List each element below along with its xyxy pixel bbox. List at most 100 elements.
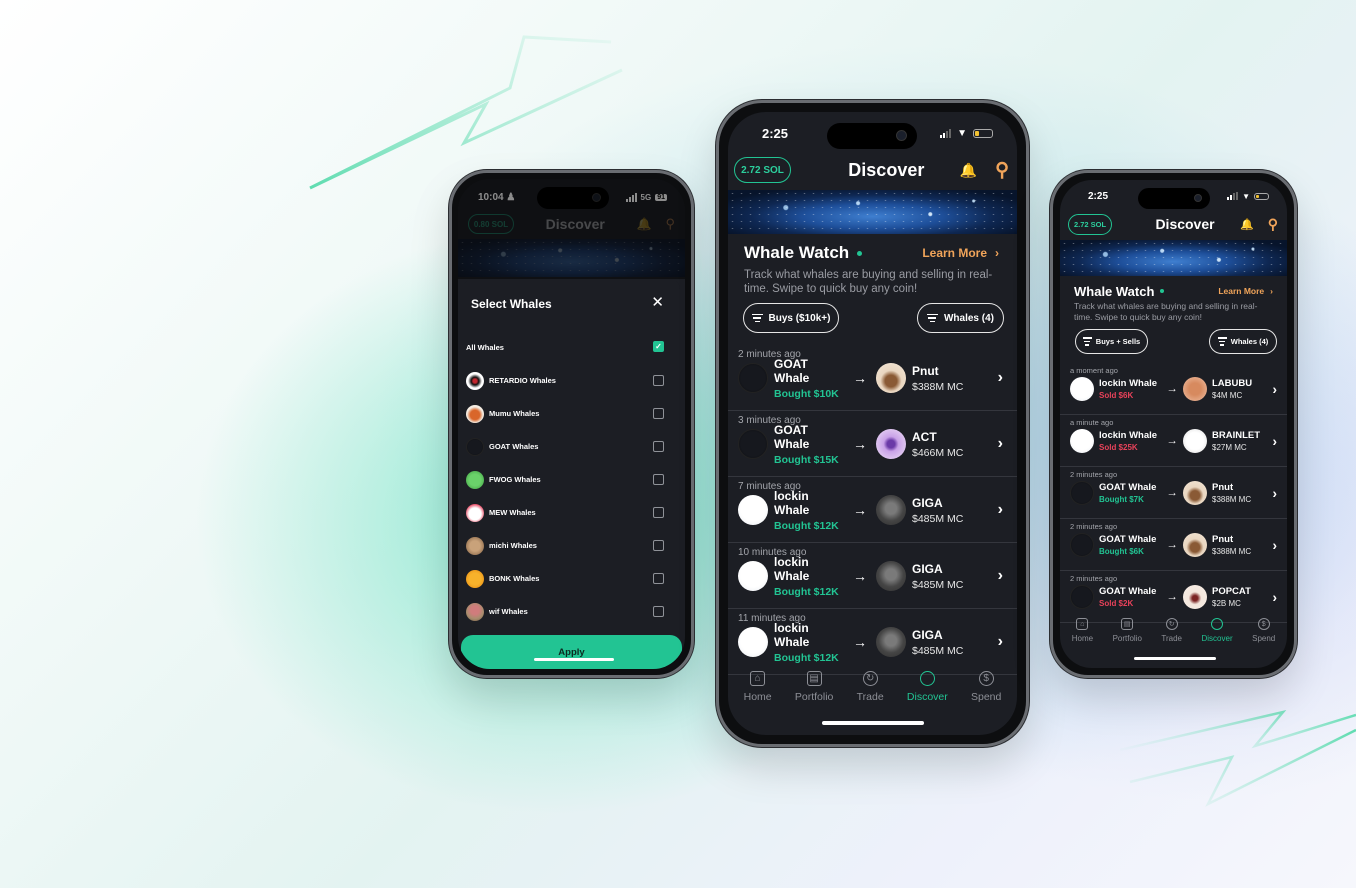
checkbox[interactable]	[653, 474, 664, 485]
tab-discover[interactable]: Discover	[907, 671, 948, 703]
feed-item[interactable]: 2 minutes ago GOAT Whale Bought $7K → Pn…	[1060, 467, 1287, 519]
coin-avatar	[876, 429, 906, 459]
chevron-right-icon[interactable]: ›	[998, 369, 1003, 387]
tab-discover[interactable]: Discover	[1202, 618, 1233, 643]
sol-balance-pill[interactable]: 2.72 SOL	[1068, 213, 1112, 235]
wifi-icon: ▼	[1242, 191, 1250, 201]
whale-option-mumu[interactable]: Mumu Whales	[463, 397, 680, 430]
whale-avatar	[738, 363, 768, 393]
whale-banner	[1060, 240, 1287, 276]
market-cap: $388M MC	[912, 380, 964, 393]
feed-item[interactable]: 11 minutes ago lockin Whale Bought $12K …	[728, 609, 1017, 675]
feed-item[interactable]: a moment ago lockin Whale Sold $6K → LAB…	[1060, 363, 1287, 415]
tab-trade[interactable]: ↻ Trade	[1161, 618, 1182, 643]
whale-option-michi[interactable]: michi Whales	[463, 529, 680, 562]
whale-name: GOAT Whale	[774, 422, 810, 451]
checkbox[interactable]	[653, 573, 664, 584]
feed-item[interactable]: 2 minutes ago GOAT Whale Bought $6K → Pn…	[1060, 519, 1287, 571]
tab-portfolio[interactable]: ▤ Portfolio	[794, 671, 834, 703]
feed-item[interactable]: 3 minutes ago GOAT Whale Bought $15K → A…	[728, 411, 1017, 477]
search-icon[interactable]: ⚲	[995, 159, 1009, 182]
trade-action: Bought $10K	[774, 387, 839, 400]
discover-icon	[919, 671, 935, 686]
filter-icon	[751, 313, 763, 323]
time-ago: a minute ago	[1070, 418, 1114, 427]
bell-icon[interactable]: 🔔	[960, 162, 977, 179]
chevron-right-icon[interactable]: ›	[1273, 538, 1278, 553]
trade-icon: ↻	[1165, 618, 1178, 630]
whale-option-fwog[interactable]: FWOG Whales	[463, 463, 680, 496]
battery-icon	[973, 128, 993, 138]
whales-filter-button[interactable]: Whales (4)	[917, 303, 1004, 333]
tab-trade[interactable]: ↻ Trade	[857, 671, 884, 703]
arrow-right-icon: →	[853, 436, 867, 452]
feed-item[interactable]: 10 minutes ago lockin Whale Bought $12K …	[728, 543, 1017, 609]
learn-more-link[interactable]: Learn More ›	[1218, 286, 1273, 296]
checkbox[interactable]	[653, 540, 664, 551]
whale-option-bonk[interactable]: BONK Whales	[463, 562, 680, 595]
bell-icon[interactable]: 🔔	[1240, 218, 1254, 231]
trade-action: Bought $7K	[1099, 495, 1144, 504]
tab-label: Home	[1071, 634, 1094, 643]
chevron-right-icon[interactable]: ›	[998, 633, 1003, 651]
modal-backdrop[interactable]	[458, 179, 685, 279]
whale-banner	[728, 190, 1017, 234]
checkbox[interactable]	[653, 507, 664, 518]
tab-home[interactable]: ⌂ Home	[1072, 618, 1093, 643]
whale-option-mew[interactable]: MEW Whales	[463, 496, 680, 529]
arrow-right-icon: →	[853, 502, 867, 518]
chevron-right-icon[interactable]: ›	[1273, 382, 1278, 397]
whale-option-all[interactable]: All Whales ✓	[463, 331, 680, 364]
arrow-right-icon: →	[1166, 539, 1178, 551]
coin-name: Pnut	[1212, 482, 1234, 493]
time-ago: a moment ago	[1070, 366, 1118, 375]
market-cap: $388M MC	[1212, 547, 1252, 556]
market-cap: $485M MC	[912, 578, 964, 591]
search-icon[interactable]: ⚲	[1268, 216, 1278, 233]
chevron-right-icon[interactable]: ›	[998, 567, 1003, 585]
buys-sells-filter-button[interactable]: Buys + Sells	[1075, 329, 1148, 354]
tab-label: Home	[743, 691, 772, 703]
dynamic-island	[1138, 188, 1210, 209]
checkbox[interactable]	[653, 408, 664, 419]
checkbox[interactable]	[653, 375, 664, 386]
feed-item[interactable]: 2 minutes ago GOAT Whale Bought $10K → P…	[728, 345, 1017, 411]
checkbox[interactable]	[653, 606, 664, 617]
section-description: Track what whales are buying and selling…	[744, 269, 993, 295]
mew-avatar	[466, 503, 484, 522]
goat-avatar	[466, 437, 484, 456]
whale-option-goat[interactable]: GOAT Whales	[463, 430, 680, 463]
apply-button[interactable]: Apply	[461, 635, 682, 669]
chevron-right-icon[interactable]: ›	[998, 501, 1003, 519]
chevron-right-icon[interactable]: ›	[998, 435, 1003, 453]
home-icon: ⌂	[750, 671, 766, 686]
close-icon[interactable]: ✕	[651, 293, 664, 311]
coin-avatar	[1183, 481, 1207, 505]
trade-action: Sold $25K	[1099, 443, 1138, 452]
checkbox-checked[interactable]: ✓	[653, 341, 664, 352]
chevron-right-icon[interactable]: ›	[1273, 486, 1278, 501]
sol-balance-pill[interactable]: 2.72 SOL	[734, 157, 791, 183]
filter-icon	[1217, 337, 1227, 346]
tab-label: Portfolio	[794, 691, 834, 703]
tab-portfolio[interactable]: ▤ Portfolio	[1113, 618, 1142, 643]
feed-item[interactable]: 2 minutes ago GOAT Whale Sold $2K → POPC…	[1060, 571, 1287, 623]
tab-spend[interactable]: $ Spend	[1252, 618, 1275, 643]
trade-action: Sold $6K	[1099, 391, 1134, 400]
chevron-right-icon[interactable]: ›	[1273, 434, 1278, 449]
tab-home[interactable]: ⌂ Home	[744, 671, 772, 703]
tab-bar: ⌂ Home ▤ Portfolio ↻ Trade Discover $ Sp…	[728, 671, 1017, 703]
feed-item[interactable]: a minute ago lockin Whale Sold $25K → BR…	[1060, 415, 1287, 467]
tab-spend[interactable]: $ Spend	[971, 671, 1001, 703]
phone-right: 2:25 ▼ 2.72 SOL Discover 🔔 ⚲ Whale Watch…	[1050, 170, 1297, 678]
whale-avatar	[1070, 585, 1094, 609]
buys-filter-button[interactable]: Buys ($10k+)	[743, 303, 839, 333]
whale-option-wif[interactable]: wif Whales	[463, 595, 680, 628]
whale-option-retardio[interactable]: RETARDIO Whales	[463, 364, 680, 397]
chevron-right-icon[interactable]: ›	[1273, 590, 1278, 605]
tab-label: Portfolio	[1112, 634, 1142, 643]
learn-more-link[interactable]: Learn More ›	[922, 246, 999, 260]
checkbox[interactable]	[653, 441, 664, 452]
feed-item[interactable]: 7 minutes ago lockin Whale Bought $12K →…	[728, 477, 1017, 543]
whales-filter-button[interactable]: Whales (4)	[1209, 329, 1277, 354]
